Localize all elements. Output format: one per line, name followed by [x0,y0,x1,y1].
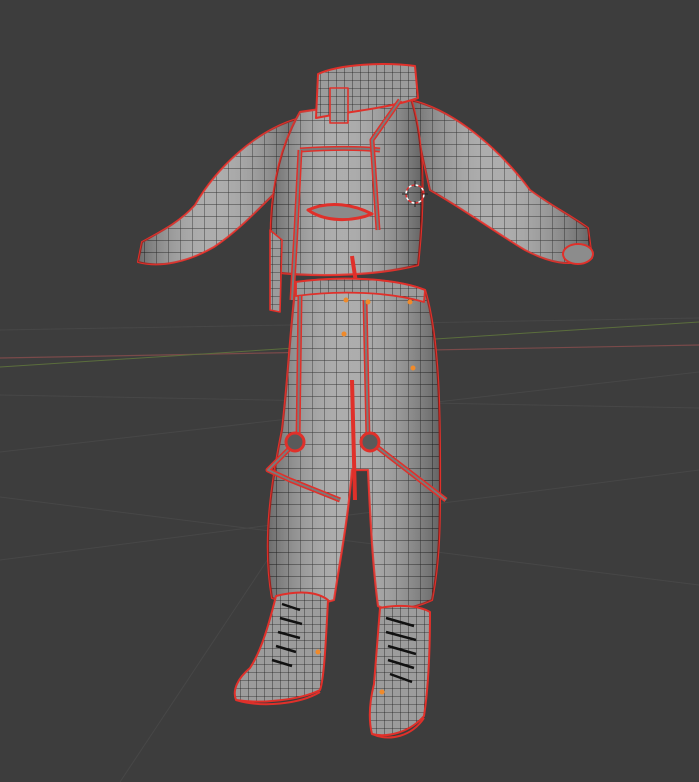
outfit-mesh[interactable] [137,63,594,739]
right-boot[interactable] [368,604,431,739]
left-boot[interactable] [233,591,329,706]
3d-viewport[interactable] [0,0,699,782]
jacket-right-sleeve[interactable] [409,99,594,265]
viewport-canvas[interactable] [0,0,699,782]
